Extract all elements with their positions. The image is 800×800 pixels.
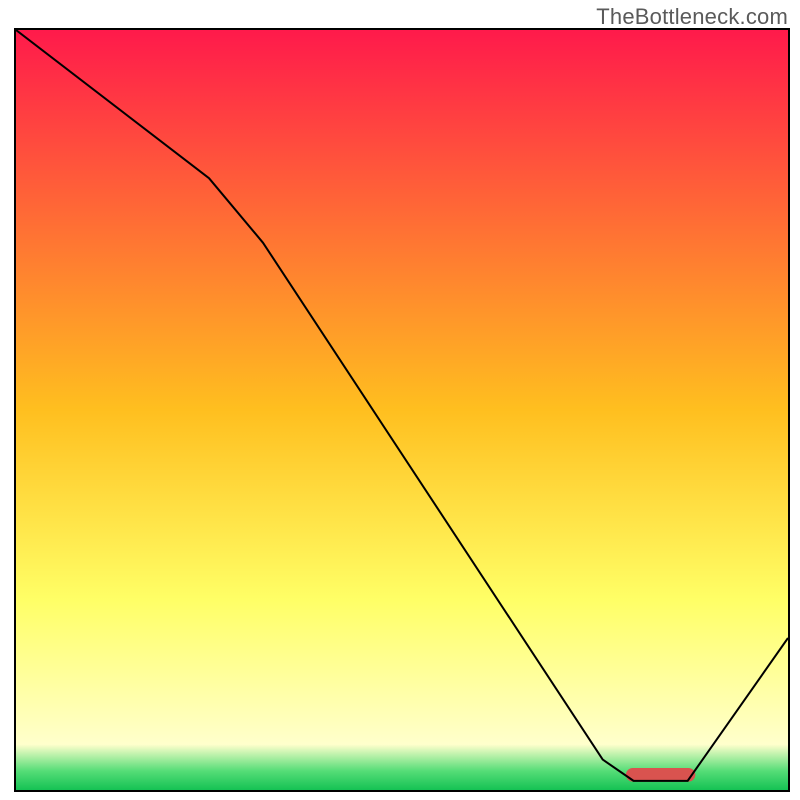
gradient-background (16, 30, 788, 790)
chart-svg (16, 30, 788, 790)
watermark-text: TheBottleneck.com (596, 4, 788, 30)
optimal-marker (626, 768, 695, 782)
chart-plot-area (14, 28, 790, 792)
